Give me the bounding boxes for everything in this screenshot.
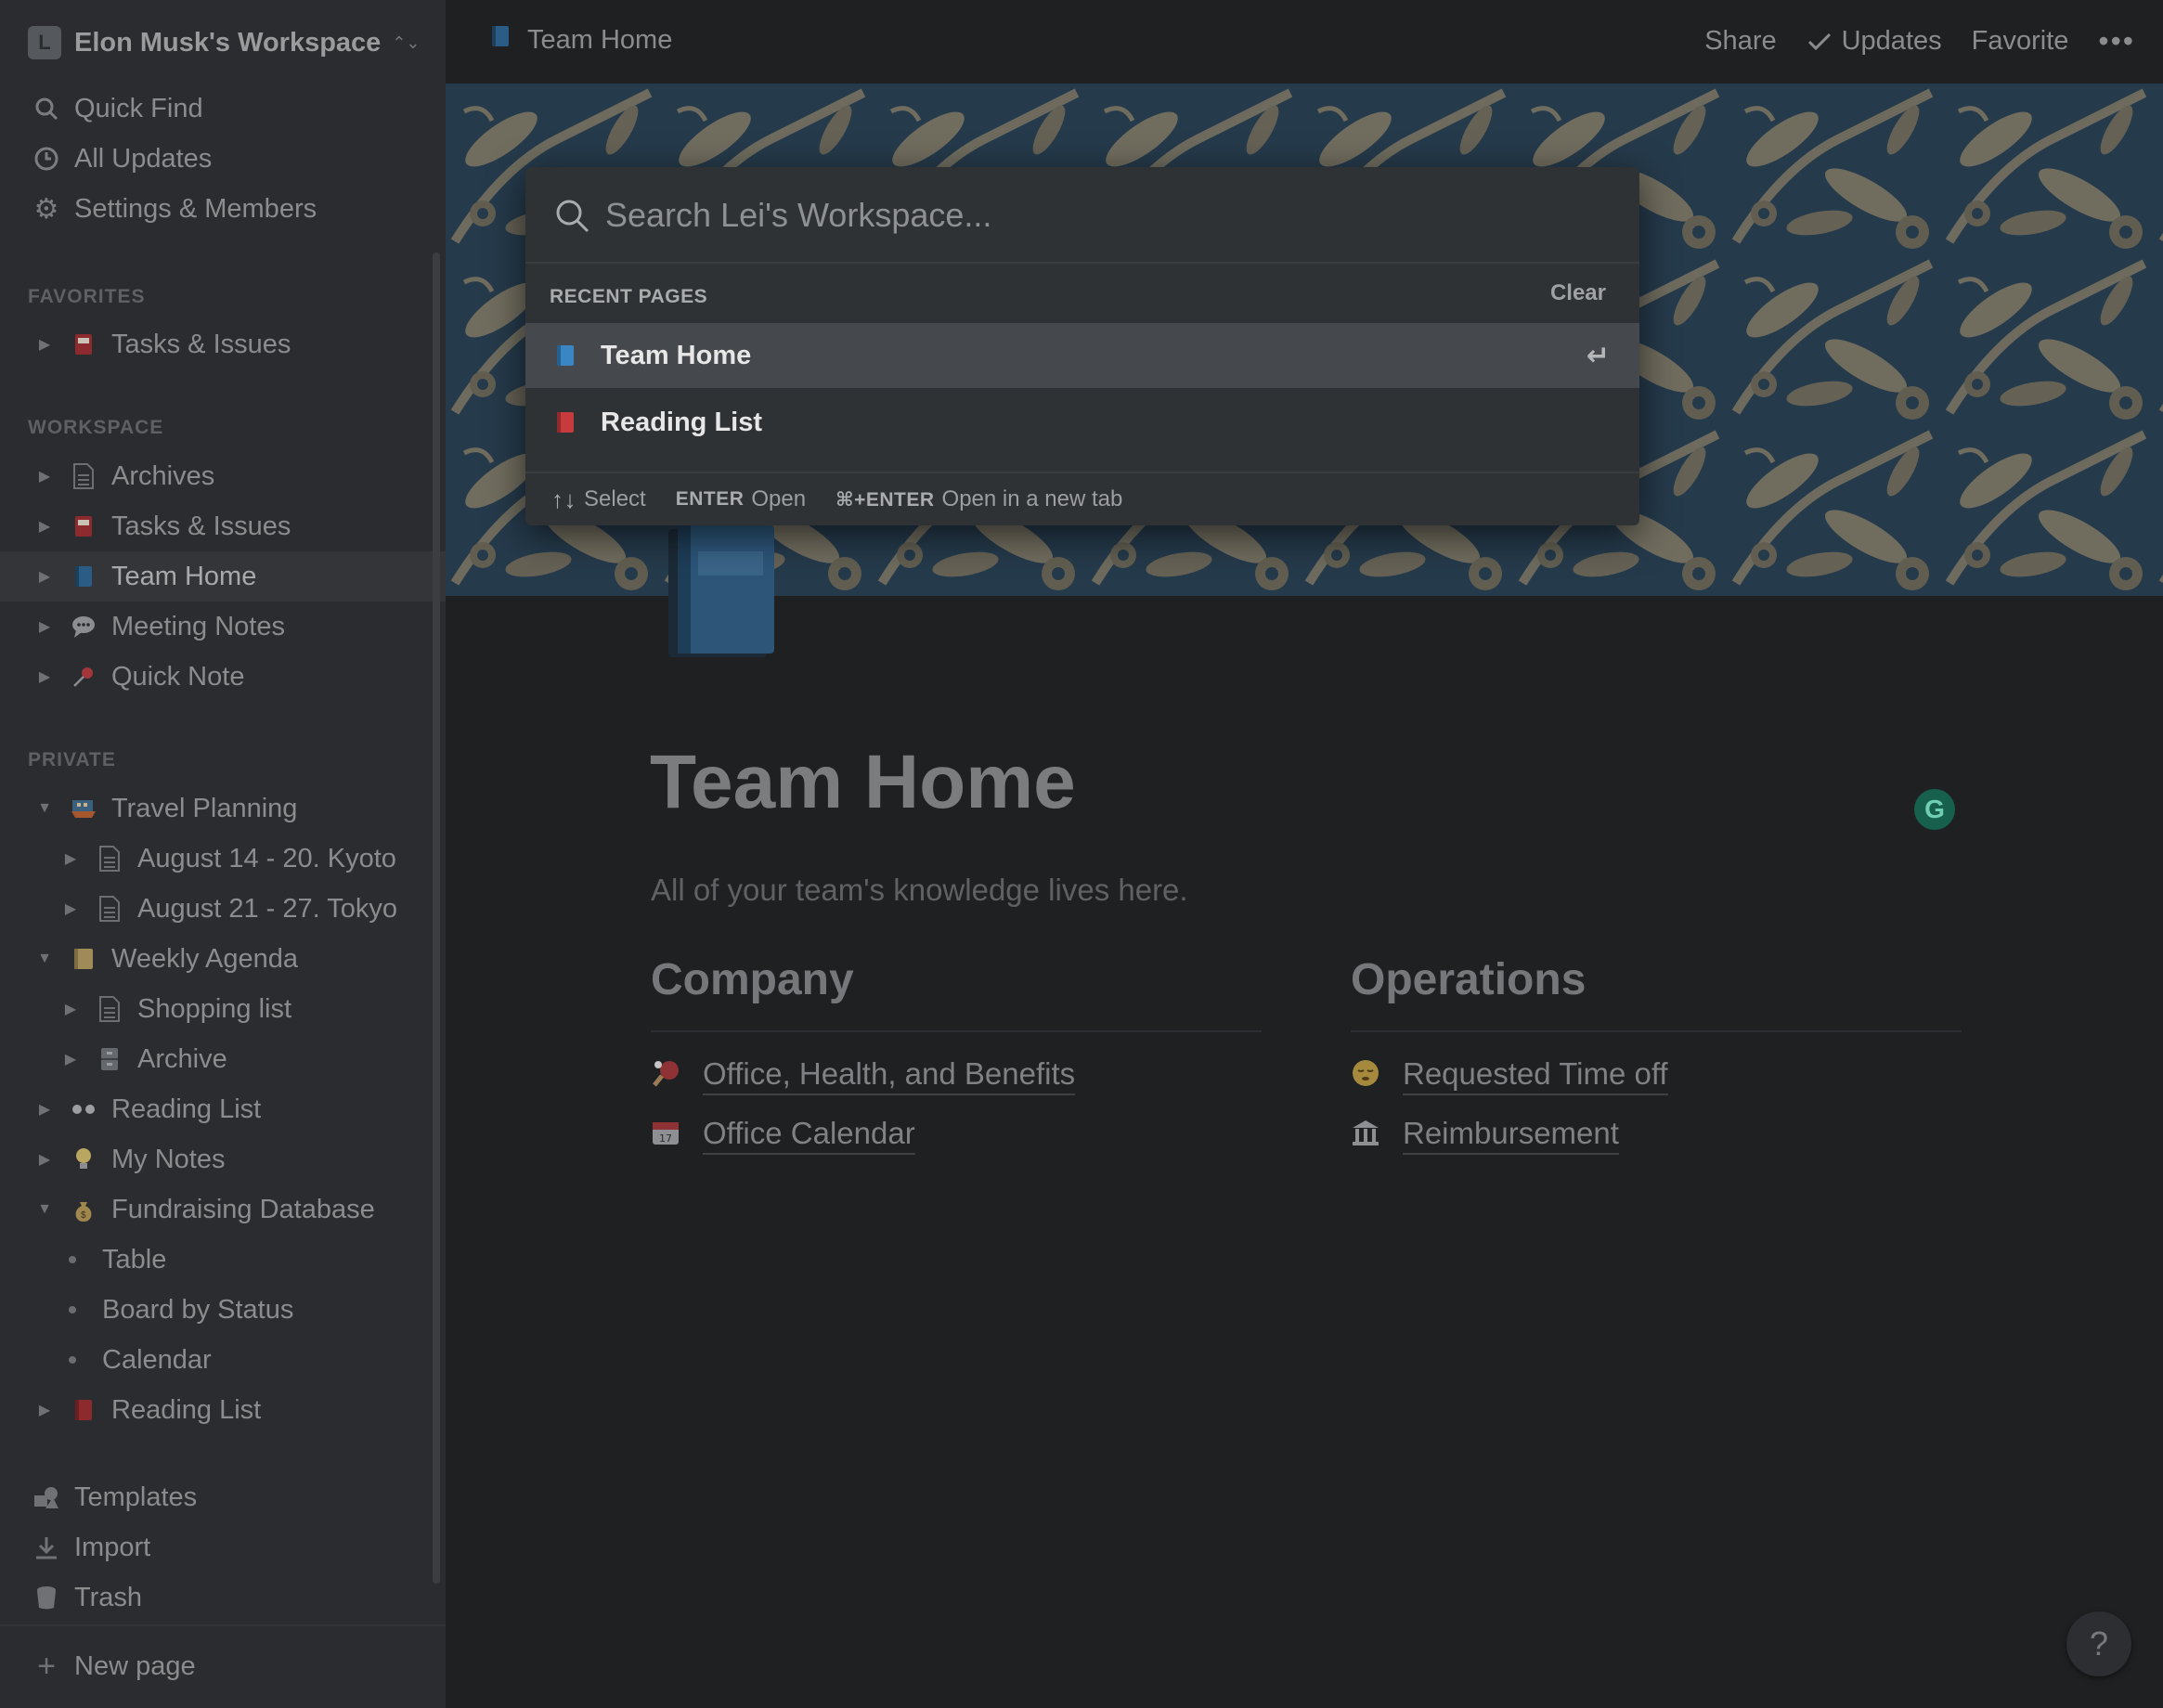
search-icon [553,197,590,234]
hint-open: ENTER Open [676,486,806,512]
arrow-keys-icon: ↑↓ [551,485,576,513]
result-label: Reading List [601,407,763,437]
search-input[interactable] [605,188,1608,243]
keyboard-hints: ↑↓ Select ENTER Open ⌘+ENTER Open in a n… [525,472,1639,525]
search-bar [525,167,1639,264]
search-result-reading-list[interactable]: Reading List [525,390,1639,455]
enter-key-icon: ↵ [1586,341,1610,371]
hint-label: Select [584,486,646,511]
hint-key: ⌘+ENTER [835,488,935,511]
quick-find-modal: RECENT PAGES Clear Team Home ↵ Reading L… [525,167,1639,525]
hint-key: ENTER [675,488,745,510]
recent-pages-label: RECENT PAGES [550,286,708,307]
result-label: Team Home [601,340,752,370]
hint-label: Open in a new tab [941,486,1123,511]
blue-book-icon [555,343,576,375]
red-book-icon [555,410,576,442]
hint-new-tab: ⌘+ENTER Open in a new tab [835,486,1122,512]
clear-recent-button[interactable]: Clear [1550,280,1606,306]
hint-label: Open [751,486,807,511]
hint-select: ↑↓ Select [551,485,646,514]
search-result-team-home[interactable]: Team Home ↵ [525,323,1639,388]
